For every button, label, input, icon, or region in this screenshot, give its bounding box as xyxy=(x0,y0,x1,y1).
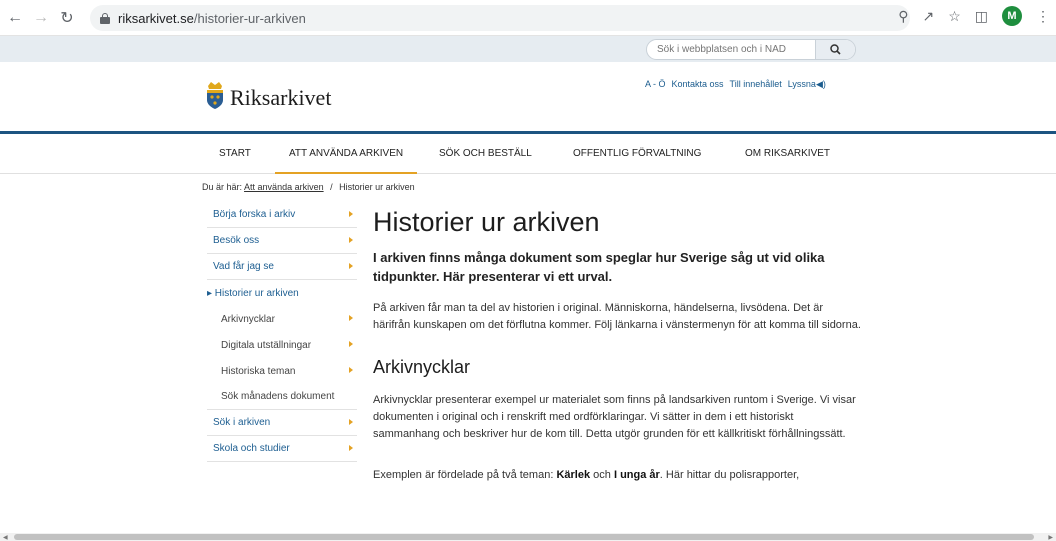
menu-item-label: Historiska teman xyxy=(221,365,296,377)
menu-item-label: ▸ Historier ur arkiven xyxy=(207,287,299,299)
reload-icon[interactable]: ↻ xyxy=(56,7,78,29)
menu-item-vad-far-jag-se[interactable]: Vad får jag se xyxy=(207,254,357,280)
breadcrumb: Du är här: Att använda arkiven / Histori… xyxy=(202,182,415,192)
back-icon[interactable]: ← xyxy=(4,7,26,29)
menu-item-borja-forska[interactable]: Börja forska i arkiv xyxy=(207,202,357,228)
nav-att-anvanda-arkiven[interactable]: ATT ANVÄNDA ARKIVEN xyxy=(275,134,418,174)
theme-karlek: Kärlek xyxy=(556,469,591,481)
address-bar[interactable]: riksarkivet.se/historier-ur-arkiven xyxy=(90,5,910,31)
site-header: Riksarkivet A - Ö Kontakta oss Till inne… xyxy=(0,62,1056,132)
arrow-right-icon xyxy=(349,419,353,425)
share-icon[interactable]: ↗ xyxy=(922,8,934,25)
menu-item-sok-i-arkiven[interactable]: Sök i arkiven xyxy=(207,410,357,436)
menu-item-label: Besök oss xyxy=(213,235,260,246)
lock-icon xyxy=(100,12,110,24)
menu-item-besok-oss[interactable]: Besök oss xyxy=(207,228,357,254)
url-path: /historier-ur-arkiven xyxy=(193,10,306,26)
page-title: Historier ur arkiven xyxy=(373,207,600,237)
menu-item-historiska-teman[interactable]: Historiska teman xyxy=(207,358,357,384)
breadcrumb-prefix: Du är här: xyxy=(202,182,243,192)
nav-om-riksarkivet[interactable]: OM RIKSARKIVET xyxy=(745,134,830,174)
skip-to-content-link[interactable]: Till innehållet xyxy=(730,79,782,90)
section-heading: Arkivnycklar xyxy=(373,357,471,377)
menu-item-historier-ur-arkiven[interactable]: ▸ Historier ur arkiven xyxy=(207,280,357,306)
section-paragraph: Arkivnycklar presenterar exempel ur mate… xyxy=(373,394,856,440)
menu-item-label: Sök i arkiven xyxy=(213,417,271,428)
search-icon xyxy=(830,44,841,55)
themes-suffix: . Här hittar du polisrapporter, xyxy=(659,469,800,481)
speaker-icon: ◀) xyxy=(815,79,826,89)
arrow-right-icon xyxy=(349,341,353,347)
scrollbar-thumb[interactable] xyxy=(14,534,1034,540)
breadcrumb-separator: / xyxy=(330,182,333,192)
site-top-bar xyxy=(0,36,1056,62)
site-search-input[interactable] xyxy=(647,40,816,59)
intro-paragraph: På arkiven får man ta del av historien i… xyxy=(373,302,861,331)
themes-paragraph: Exemplen är fördelade på två teman: Kärl… xyxy=(373,467,863,484)
a-o-link[interactable]: A - Ö xyxy=(645,79,666,90)
listen-label: Lyssna xyxy=(787,79,816,89)
menu-item-label: Sök månadens dokument xyxy=(221,391,335,402)
arrow-right-icon xyxy=(349,367,353,373)
site-search-button[interactable] xyxy=(815,40,855,59)
lead-paragraph: I arkiven finns många dokument som spegl… xyxy=(373,250,825,284)
menu-item-label: Arkivnycklar xyxy=(221,313,275,325)
contact-link[interactable]: Kontakta oss xyxy=(672,79,724,90)
site-logo[interactable]: Riksarkivet xyxy=(204,80,331,110)
forward-icon[interactable]: → xyxy=(30,7,52,29)
bookmark-star-icon[interactable]: ☆ xyxy=(948,8,961,25)
menu-item-digitala-utstallningar[interactable]: Digitala utställningar xyxy=(207,332,357,358)
section-menu: Börja forska i arkiv Besök oss Vad får j… xyxy=(207,202,357,462)
scroll-right-icon[interactable]: ▶ xyxy=(1048,534,1053,541)
nav-offentlig-forvaltning[interactable]: OFFENTLIG FÖRVALTNING xyxy=(573,134,701,174)
menu-item-skola-och-studier[interactable]: Skola och studier xyxy=(207,436,357,462)
article: Historier ur arkiven I arkiven finns mån… xyxy=(373,206,863,484)
logo-text: Riksarkivet xyxy=(230,85,332,110)
themes-prefix: Exemplen är fördelade på två teman: xyxy=(373,469,557,481)
menu-item-label: Vad får jag se xyxy=(213,261,274,272)
menu-item-label: Digitala utställningar xyxy=(221,339,312,351)
listen-link[interactable]: Lyssna◀) xyxy=(788,79,826,90)
menu-item-label: Börja forska i arkiv xyxy=(213,209,296,220)
menu-item-sok-manadens-dokument[interactable]: Sök månadens dokument xyxy=(207,384,357,410)
browser-toolbar: ← → ↻ riksarkivet.se/historier-ur-arkive… xyxy=(0,0,1056,36)
theme-i-unga-ar: I unga år xyxy=(613,469,660,481)
browser-actions: ⚲ ↗ ☆ ◫ M ⋮ xyxy=(898,6,1050,26)
arrow-right-icon xyxy=(349,315,353,321)
themes-and: och xyxy=(590,469,614,481)
breadcrumb-link[interactable]: Att använda arkiven xyxy=(244,182,324,192)
menu-kebab-icon[interactable]: ⋮ xyxy=(1036,8,1050,25)
menu-item-label: Skola och studier xyxy=(213,443,290,454)
menu-item-arkivnycklar[interactable]: Arkivnycklar xyxy=(207,306,357,332)
main-navigation: START ATT ANVÄNDA ARKIVEN SÖK OCH BESTÄL… xyxy=(0,134,1056,174)
site-search xyxy=(646,39,856,60)
arrow-right-icon xyxy=(349,445,353,451)
arrow-right-icon xyxy=(349,237,353,243)
crest-icon xyxy=(207,82,223,109)
zoom-icon[interactable]: ⚲ xyxy=(898,8,908,25)
nav-sok-och-bestall[interactable]: SÖK OCH BESTÄLL xyxy=(439,134,532,174)
arrow-right-icon xyxy=(349,263,353,269)
url-host: riksarkivet.se xyxy=(118,10,194,26)
profile-avatar[interactable]: M xyxy=(1002,6,1022,26)
horizontal-scrollbar[interactable]: ◀ ▶ xyxy=(0,533,1056,541)
arrow-right-icon xyxy=(349,211,353,217)
breadcrumb-current: Historier ur arkiven xyxy=(339,182,415,192)
side-panel-icon[interactable]: ◫ xyxy=(975,8,988,25)
utility-links: A - Ö Kontakta oss Till innehållet Lyssn… xyxy=(645,79,826,90)
nav-start[interactable]: START xyxy=(219,134,251,174)
scroll-left-icon[interactable]: ◀ xyxy=(3,534,8,541)
